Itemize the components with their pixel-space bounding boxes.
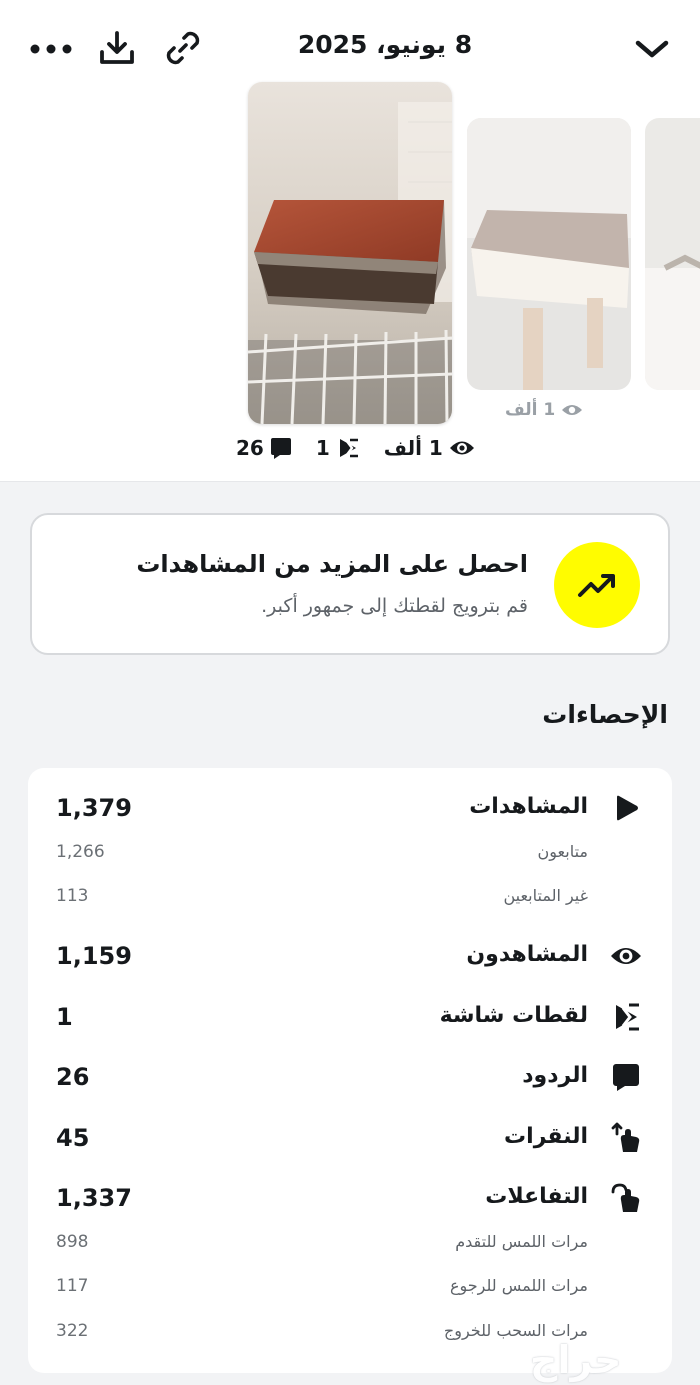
stat-label: المشاهدات [469,794,588,819]
stats-section-title: الإحصاءات [542,700,668,729]
promo-icon-circle [554,542,640,628]
story-header-area: 8 يونيو، 2025 1 ألف 26 1 1 ألف [0,0,700,482]
promote-story-card[interactable]: احصل على المزيد من المشاهدات قم بترويج ل… [30,513,670,655]
stat-value: 1,379 [56,794,132,822]
stat-value: 26 [56,1063,90,1091]
reply-icon [610,1061,642,1093]
stat-label: التفاعلات [485,1184,588,1209]
replies-count: 26 [236,436,264,460]
promo-title: احصل على المزيد من المشاهدات [136,550,528,578]
stat-subrow: غير المتابعين 113 [28,882,672,912]
trending-up-icon [578,574,615,597]
story-thumbnail-selected[interactable] [248,82,452,424]
watermark-logo: حراج [530,1338,622,1382]
interaction-icon [610,1182,642,1214]
screenshots-summary: 1 [316,436,360,460]
stat-label: النقرات [504,1124,588,1149]
story-date-title: 8 يونيو، 2025 [297,30,473,59]
stat-subrow: مرات اللمس للرجوع 117 [28,1272,672,1302]
stat-sub-value: 322 [56,1321,89,1341]
stat-sub-label: غير المتابعين [503,886,588,905]
link-icon[interactable] [162,28,204,68]
screenshots-count: 1 [315,436,330,460]
stat-sub-label: مرات اللمس للتقدم [455,1232,588,1251]
tap-icon [610,1122,642,1154]
screenshot-icon [339,438,358,458]
views-count: 1 ألف [383,436,443,460]
story-thumbnail[interactable] [645,118,700,390]
stat-subrow: مرات اللمس للتقدم 898 [28,1228,672,1258]
more-icon[interactable] [28,34,74,64]
stat-row-viewers: المشاهدون 1,159 [28,936,672,976]
stat-value: 1 [56,1003,73,1031]
story-thumbnail[interactable] [467,118,631,390]
stat-row-views: المشاهدات 1,379 [28,788,672,828]
stat-subrow: متابعون 1,266 [28,838,672,868]
replies-summary: 26 [236,436,292,460]
stats-card: المشاهدات 1,379 متابعون 1,266 غير المتاب… [28,768,672,1373]
stat-label: الردود [522,1063,588,1088]
stat-sub-value: 1,266 [56,842,105,862]
promo-subtitle: قم بترويج لقطتك إلى جمهور أكبر. [261,595,528,617]
stat-sub-value: 898 [56,1232,89,1252]
stat-label: لقطات شاشة [439,1003,588,1028]
thumbnail-views-value: 1 ألف [505,400,556,420]
eye-icon [449,441,474,455]
stat-row-screenshots: لقطات شاشة 1 [28,997,672,1037]
stat-sub-value: 113 [56,886,89,906]
stat-value: 1,337 [56,1184,132,1212]
thumbnail-view-count: 1 ألف [505,400,583,420]
play-icon [610,792,642,824]
stat-value: 45 [56,1124,90,1152]
stat-label: المشاهدون [466,942,588,967]
eye-icon [562,405,583,415]
download-icon[interactable] [96,28,138,68]
views-summary: 1 ألف [384,436,475,460]
story-summary-stats: 26 1 1 ألف [236,436,475,460]
stat-sub-label: مرات اللمس للرجوع [449,1276,588,1295]
stat-sub-label: متابعون [537,842,588,861]
chevron-down-icon[interactable] [632,34,672,64]
screenshot-icon [610,1001,642,1033]
stat-row-replies: الردود 26 [28,1057,672,1097]
stat-sub-value: 117 [56,1276,89,1296]
stat-value: 1,159 [56,942,132,970]
stat-row-interactions: التفاعلات 1,337 [28,1178,672,1218]
stat-row-taps: النقرات 45 [28,1118,672,1158]
eye-icon [610,940,642,972]
reply-icon [270,438,291,459]
